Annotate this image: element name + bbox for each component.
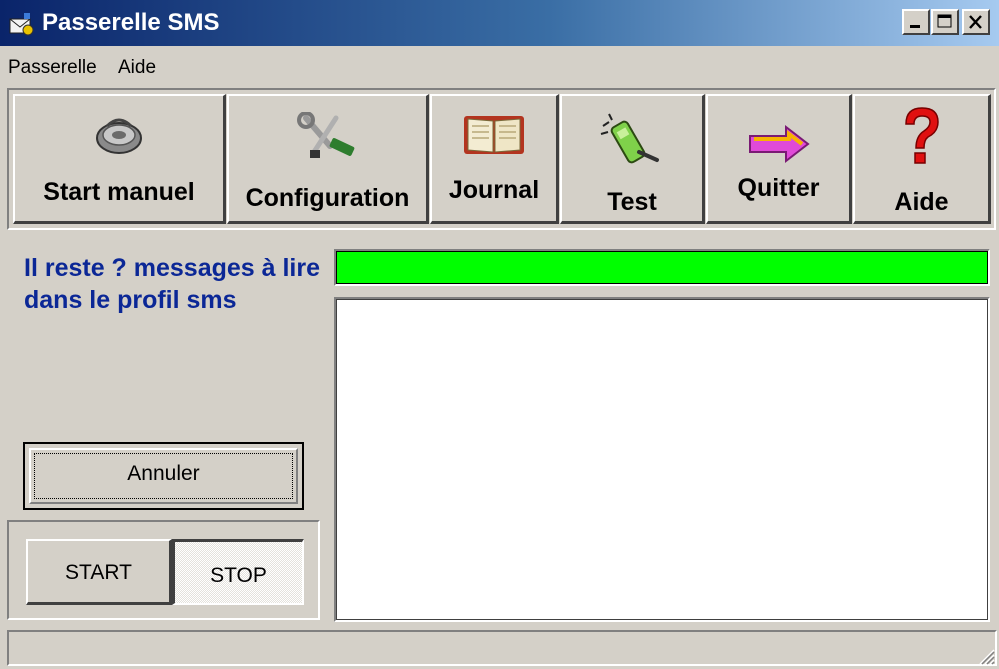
arrow-right-icon xyxy=(748,124,810,164)
maximize-button[interactable] xyxy=(931,9,959,35)
resize-grip-icon[interactable] xyxy=(975,645,995,665)
app-envelope-icon xyxy=(9,13,34,36)
book-icon xyxy=(464,116,524,154)
aide-button[interactable]: Aide xyxy=(853,94,991,224)
stop-label: STOP xyxy=(210,564,267,587)
stop-button[interactable]: STOP xyxy=(172,539,304,605)
quitter-label: Quitter xyxy=(737,174,820,202)
progress-fill xyxy=(337,252,987,283)
start-manuel-button[interactable]: Start manuel xyxy=(13,94,226,224)
minimize-icon xyxy=(910,25,920,28)
window-title: Passerelle SMS xyxy=(42,9,220,36)
configuration-label: Configuration xyxy=(245,184,410,212)
start-label: START xyxy=(65,561,132,584)
test-label: Test xyxy=(607,188,657,216)
log-textarea[interactable] xyxy=(334,297,990,622)
journal-label: Journal xyxy=(448,176,540,204)
maximize-icon xyxy=(937,14,952,28)
progress-bar xyxy=(334,249,990,286)
cellphone-icon xyxy=(600,113,659,164)
log-content xyxy=(336,299,988,620)
close-icon xyxy=(969,15,982,29)
start-button[interactable]: START xyxy=(26,539,172,605)
aide-label: Aide xyxy=(894,188,949,216)
remaining-messages-text: Il reste ? messages à lire dans le profi… xyxy=(24,254,321,314)
menu-passerelle[interactable]: Passerelle xyxy=(8,57,97,79)
phone-disc-icon xyxy=(96,118,142,154)
close-button[interactable] xyxy=(962,9,990,35)
test-button[interactable]: Test xyxy=(560,94,705,224)
quitter-button[interactable]: Quitter xyxy=(706,94,852,224)
start-manuel-label: Start manuel xyxy=(43,178,195,206)
minimize-button[interactable] xyxy=(902,9,930,35)
configuration-button[interactable]: Configuration xyxy=(227,94,429,224)
annuler-label: Annuler xyxy=(127,462,200,485)
question-mark-icon xyxy=(904,107,939,164)
menu-bar: Passerelle Aide xyxy=(0,48,999,88)
status-bar xyxy=(7,630,997,666)
annuler-button[interactable]: Annuler xyxy=(23,442,304,510)
journal-button[interactable]: Journal xyxy=(430,94,559,224)
tools-icon xyxy=(296,112,354,158)
title-bar[interactable]: Passerelle SMS xyxy=(0,0,999,46)
menu-aide[interactable]: Aide xyxy=(118,57,156,79)
